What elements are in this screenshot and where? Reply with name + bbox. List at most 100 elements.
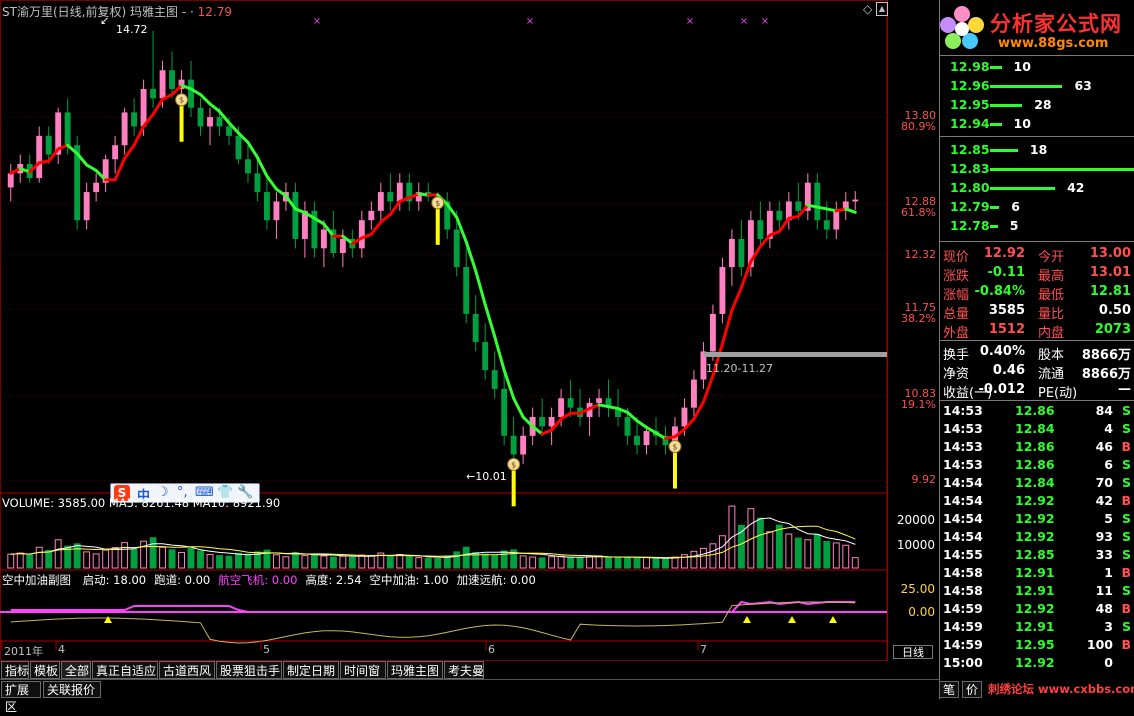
tick-volume: 3 bbox=[1104, 619, 1113, 634]
ask-bar bbox=[990, 104, 1023, 107]
volume-bar bbox=[396, 553, 404, 569]
candle bbox=[814, 173, 821, 230]
volume-bar bbox=[624, 557, 631, 569]
volume-bar bbox=[225, 555, 233, 569]
indicator-name: 玛雅主图 bbox=[129, 5, 178, 19]
tick-time: 14:59 bbox=[943, 637, 983, 652]
tick-volume: 100 bbox=[1086, 637, 1113, 652]
volume-axis-20000: 20000 bbox=[896, 513, 935, 527]
logo-name: 分析家公式网 bbox=[990, 12, 1122, 36]
tick-row: 14:53 12.84 4 S bbox=[940, 420, 1134, 438]
candle bbox=[472, 295, 479, 352]
chart-header: ST渝万里(日线,前复权) 玛雅主图 - · 12.79 bbox=[2, 5, 232, 19]
period-label[interactable]: 日线 bbox=[893, 645, 933, 659]
volume-bar bbox=[329, 556, 337, 569]
ma-line-segment bbox=[388, 199, 402, 217]
diamond-icon[interactable]: ◇ bbox=[863, 2, 872, 16]
candle bbox=[719, 257, 726, 324]
volume-bar bbox=[491, 555, 499, 569]
tab-7[interactable]: 时间窗 bbox=[340, 661, 386, 679]
volume-bar bbox=[557, 555, 565, 569]
ask-price: 12.98 bbox=[950, 59, 990, 74]
tab-price[interactable]: 价 bbox=[962, 681, 983, 698]
tick-price: 12.84 bbox=[1015, 475, 1055, 490]
tick-price: 12.91 bbox=[1015, 619, 1055, 634]
watermark: 刺绣论坛 www.cxbbs.com bbox=[988, 682, 1134, 696]
tick-time: 14:59 bbox=[943, 601, 983, 616]
tab-2[interactable]: 全部 bbox=[61, 661, 91, 679]
tick-price: 12.95 bbox=[1015, 637, 1055, 652]
tab-trades[interactable]: 笔 bbox=[939, 681, 960, 698]
volume-bar bbox=[111, 547, 119, 569]
date-label: 7 bbox=[700, 643, 707, 656]
tick-side: S bbox=[1121, 457, 1131, 472]
chart-canvas[interactable]: × × × × × $ $ $ $ bbox=[0, 0, 939, 661]
candle bbox=[501, 370, 508, 446]
volume-bar bbox=[149, 537, 157, 569]
quote-value: -0.84% bbox=[974, 284, 1026, 299]
tick-volume: 1 bbox=[1104, 565, 1113, 580]
volume-bar bbox=[804, 539, 812, 569]
candle bbox=[387, 173, 394, 211]
tick-volume: 0 bbox=[1104, 655, 1113, 670]
price-axis-pct: 61.8% bbox=[901, 206, 936, 220]
ma-line-segment bbox=[483, 303, 497, 338]
candle bbox=[55, 107, 62, 164]
ma-line-segment bbox=[540, 428, 554, 436]
tab-8[interactable]: 玛雅主图 bbox=[387, 661, 443, 679]
volume-bar bbox=[481, 553, 489, 569]
volume-bar bbox=[415, 557, 423, 569]
tick-price: 12.92 bbox=[1015, 529, 1055, 544]
indicator-yellow-line bbox=[10, 601, 856, 644]
tab2-0[interactable]: 扩展区 bbox=[1, 681, 41, 714]
bid-row: 12.79 6 bbox=[940, 197, 1134, 216]
tick-price: 12.86 bbox=[1015, 457, 1055, 472]
tab-9[interactable]: 考夫曼 bbox=[444, 661, 484, 679]
volume-bar bbox=[766, 531, 774, 569]
svg-text:$: $ bbox=[435, 199, 440, 208]
quote-value: 1512 bbox=[988, 322, 1025, 337]
tab-3[interactable]: 真正自适应 bbox=[92, 661, 158, 679]
bid-row: 12.85 18 bbox=[940, 140, 1134, 159]
ma-line-segment bbox=[844, 207, 857, 214]
quote-row: 涨跌 -0.11 最高 13.01 bbox=[940, 263, 1134, 284]
candle bbox=[207, 107, 213, 146]
indicator-axis-25: 25.00 bbox=[900, 582, 935, 596]
tick-row: 15:00 12.92 0 bbox=[940, 654, 1134, 672]
tick-time: 14:53 bbox=[943, 421, 983, 436]
tick-price: 12.91 bbox=[1015, 583, 1055, 598]
bid-row: 12.78 5 bbox=[940, 216, 1134, 235]
ask-qty: 28 bbox=[1034, 97, 1052, 112]
ma-line-segment bbox=[493, 334, 506, 372]
volume-bar bbox=[83, 551, 91, 569]
candle bbox=[842, 192, 849, 221]
volume-bar bbox=[775, 524, 783, 569]
candle bbox=[415, 182, 422, 211]
tab-1[interactable]: 模板 bbox=[30, 661, 60, 679]
bottom-tabs: 指标 模板 全部 真正自适应 古道西风 股票狙击手 制定日期 时间窗 玛雅主图 考夫曼 bbox=[0, 661, 939, 679]
svg-text:$: $ bbox=[511, 460, 516, 469]
tick-row: 14:53 12.86 6 S bbox=[940, 456, 1134, 474]
volume-bar bbox=[348, 556, 356, 569]
tab-6[interactable]: 制定日期 bbox=[283, 661, 339, 679]
candle bbox=[112, 135, 119, 174]
tick-time: 14:55 bbox=[943, 547, 983, 562]
date-label: 2011年 bbox=[4, 645, 43, 658]
tab2-1[interactable]: 关联报价 bbox=[43, 681, 101, 698]
bid-row: 12.80 42 bbox=[940, 178, 1134, 197]
ma-line-segment bbox=[464, 240, 478, 273]
candle bbox=[520, 426, 527, 464]
volume-bar bbox=[386, 555, 394, 569]
tab-0[interactable]: 指标 bbox=[1, 661, 29, 679]
tab-4[interactable]: 古道西风 bbox=[159, 661, 215, 679]
tab-5[interactable]: 股票狙击手 bbox=[216, 661, 282, 679]
tick-price: 12.91 bbox=[1015, 565, 1055, 580]
scroll-up-icon[interactable]: ▲ bbox=[876, 2, 888, 16]
svg-text:$: $ bbox=[672, 443, 677, 452]
ma-line-segment bbox=[379, 213, 392, 224]
ma-line-segment bbox=[720, 308, 734, 346]
fund-value: -0.012 bbox=[978, 382, 1025, 397]
fund-row: 净资 0.46 流通 8866万 bbox=[940, 361, 1134, 382]
tick-price: 12.92 bbox=[1015, 655, 1055, 670]
tick-row: 14:59 12.92 48 B bbox=[940, 600, 1134, 618]
